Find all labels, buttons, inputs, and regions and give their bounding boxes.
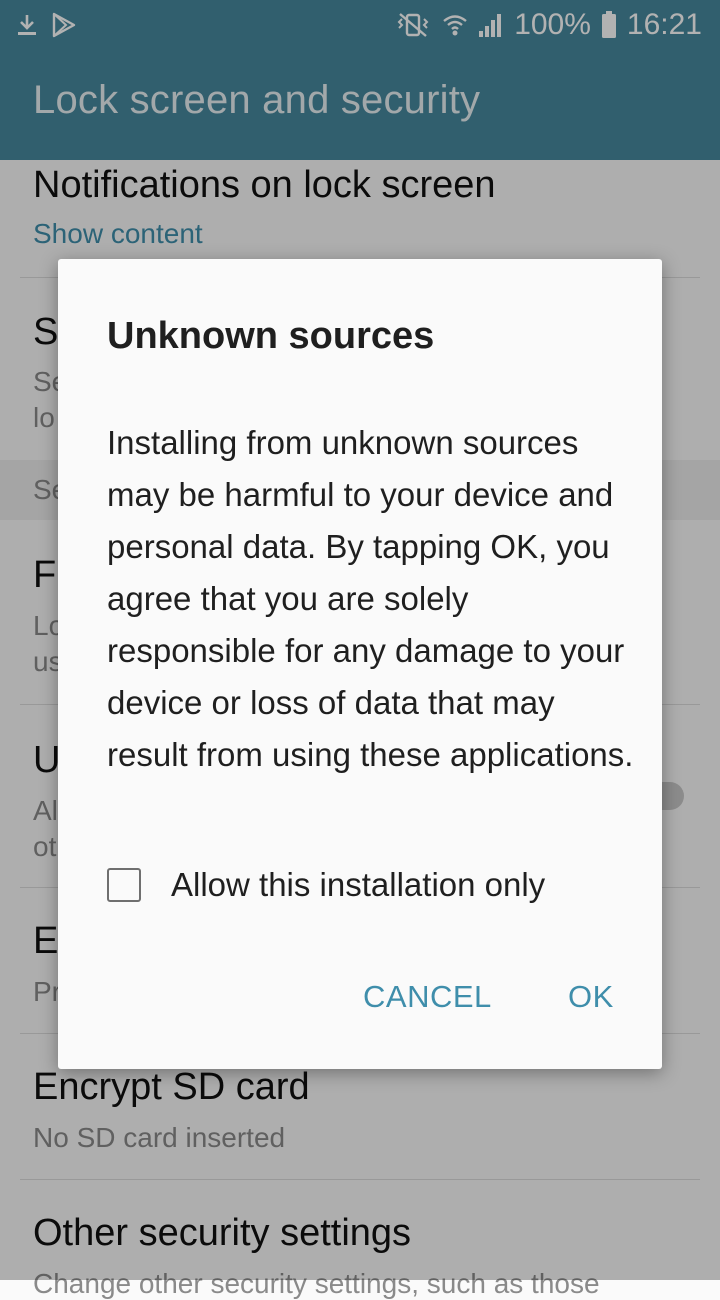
allow-once-checkbox[interactable]: [107, 868, 141, 902]
dialog-title: Unknown sources: [107, 315, 435, 357]
allow-once-label: Allow this installation only: [171, 866, 546, 903]
ok-button[interactable]: OK: [568, 979, 614, 1015]
cancel-button[interactable]: CANCEL: [363, 979, 492, 1015]
allow-once-option[interactable]: Allow this installation only: [107, 862, 545, 908]
unknown-sources-dialog: Unknown sources Installing from unknown …: [58, 259, 662, 1069]
dialog-message: Installing from unknown sources may be h…: [107, 424, 634, 773]
